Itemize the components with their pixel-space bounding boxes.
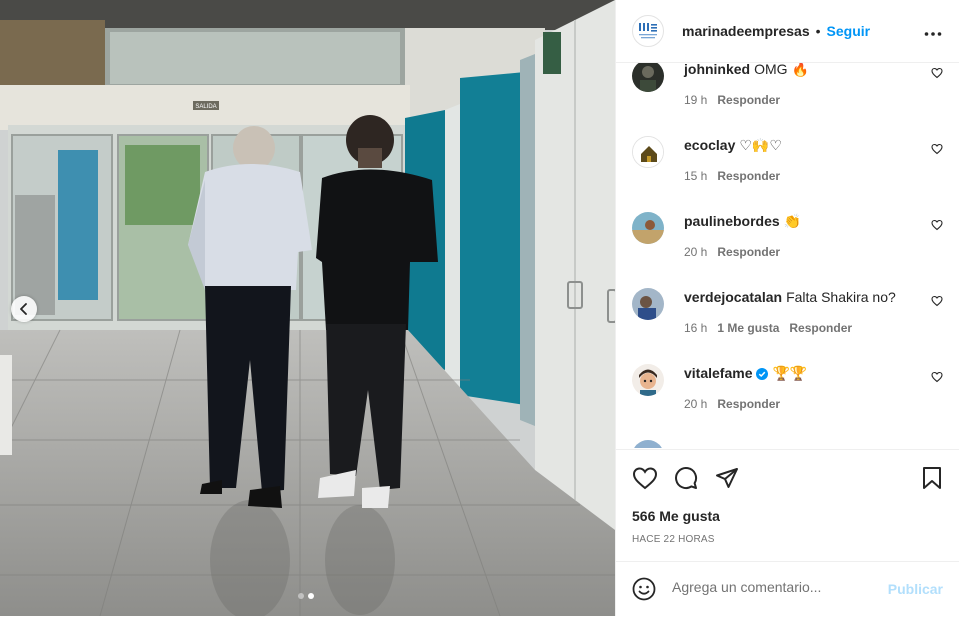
comment-time: 16 h <box>684 321 708 335</box>
comment-input[interactable] <box>672 579 872 595</box>
comment-item: ecoclay ♡🙌♡ 15 h Responder <box>632 136 943 196</box>
comment-time: 20 h <box>684 397 708 411</box>
comment-meta: 15 h Responder <box>684 169 790 183</box>
comment-like-button[interactable] <box>931 370 943 388</box>
post-actions: 566 Me gusta HACE 22 HORAS <box>616 449 959 561</box>
comment-body: Falta Shakira no? <box>786 289 896 305</box>
heart-outline-icon <box>931 219 943 231</box>
follow-button[interactable]: Seguir <box>827 23 871 39</box>
avatar-photo <box>632 63 664 92</box>
comment-time: 19 h <box>684 93 708 107</box>
reply-button[interactable]: Responder <box>717 397 780 411</box>
comment-like-button[interactable] <box>931 218 943 236</box>
carousel-dot-active <box>308 593 314 599</box>
post-timestamp[interactable]: HACE 22 HORAS <box>632 534 715 545</box>
send-icon <box>716 468 738 488</box>
comment-item: johninked OMG 🔥 19 h Responder <box>632 63 943 120</box>
carousel-dot <box>298 593 304 599</box>
comment-likes-count[interactable]: 1 Me gusta <box>717 321 779 335</box>
post-side-panel: marinadeempresas • Seguir johninked OMG 🔥… <box>615 0 959 616</box>
reply-button[interactable]: Responder <box>717 169 780 183</box>
account-avatar[interactable] <box>632 15 664 47</box>
comment-meta: 20 h Responder <box>684 397 790 411</box>
comment-username[interactable]: verdejocatalan <box>684 289 782 305</box>
share-button[interactable] <box>715 466 739 495</box>
comment-body: 👏 <box>783 213 802 229</box>
comment-avatar[interactable] <box>632 212 664 244</box>
avatar-photo <box>632 288 664 320</box>
comment-meta: 19 h Responder <box>684 93 790 107</box>
comment-time: 15 h <box>684 169 708 183</box>
comment-item: paulinebordes 👏 20 h Responder <box>632 212 943 272</box>
save-button[interactable] <box>921 466 943 495</box>
header-separator: • <box>815 23 821 39</box>
verified-badge-icon <box>756 368 769 380</box>
carousel-prev-button[interactable] <box>11 296 37 322</box>
comments-list[interactable]: johninked OMG 🔥 19 h Responder ecoclay ♡🙌♡ … <box>616 63 959 448</box>
exit-sign-text: SALIDA <box>195 104 216 110</box>
comment-item: verdejocatalan Falta Shakira no? 16 h 1 Me… <box>632 288 943 348</box>
avatar-house-logo <box>633 137 663 167</box>
bookmark-icon <box>923 467 941 489</box>
comment-text: paulinebordes 👏 <box>684 212 801 230</box>
heart-outline-icon <box>931 143 943 155</box>
comment-avatar[interactable] <box>632 440 664 448</box>
photo-scene: SALIDA <box>0 0 615 616</box>
account-logo-icon <box>639 23 657 39</box>
comment-text: ecoclay ♡🙌♡ <box>684 136 782 154</box>
chevron-left-icon <box>20 303 27 315</box>
comment-username[interactable]: johninked <box>684 63 750 77</box>
comment-bubble-icon <box>675 467 698 489</box>
comment-text: vitalefame 🏆🏆 <box>684 364 807 382</box>
avatar-cartoon <box>632 364 664 396</box>
comment-like-button[interactable] <box>931 142 943 160</box>
comment-username[interactable]: ecoclay <box>684 137 735 153</box>
reply-button[interactable]: Responder <box>789 321 852 335</box>
comment-like-button[interactable] <box>931 294 943 312</box>
comment-time: 20 h <box>684 245 708 259</box>
heart-outline-icon <box>931 295 943 307</box>
post-photo[interactable]: SALIDA <box>0 0 615 616</box>
likes-count[interactable]: 566 Me gusta <box>632 508 720 524</box>
comment-avatar[interactable] <box>632 63 664 92</box>
avatar-photo <box>632 212 664 244</box>
comment-avatar[interactable] <box>632 136 664 168</box>
comment-body: ♡🙌♡ <box>739 137 782 153</box>
more-horizontal-icon <box>924 32 942 36</box>
comment-avatar[interactable] <box>632 288 664 320</box>
comment-username[interactable]: vitalefame <box>684 365 752 381</box>
comment-meta: 20 h Responder <box>684 245 790 259</box>
avatar-photo <box>632 440 664 448</box>
comment-text: johninked OMG 🔥 <box>684 63 809 78</box>
like-button[interactable] <box>632 466 658 495</box>
comment-body: 🏆🏆 <box>772 365 808 381</box>
more-options-button[interactable] <box>924 24 942 42</box>
comment-item: vitalefame 🏆🏆 20 h Responder <box>632 364 943 424</box>
comment-text: verdejocatalan Falta Shakira no? <box>684 288 896 306</box>
comment-username[interactable]: paulinebordes <box>684 213 780 229</box>
emoji-button[interactable] <box>632 577 656 606</box>
heart-outline-icon <box>931 67 943 79</box>
comment-button[interactable] <box>674 466 698 495</box>
post-header: marinadeempresas • Seguir <box>616 0 959 63</box>
account-username[interactable]: marinadeempresas <box>682 23 810 39</box>
comment-body: OMG 🔥 <box>754 63 809 77</box>
heart-outline-icon <box>931 371 943 383</box>
comment-avatar[interactable] <box>632 364 664 396</box>
emoji-smile-icon <box>632 577 656 601</box>
heart-outline-icon <box>632 467 658 490</box>
comment-meta: 16 h 1 Me gusta Responder <box>684 321 862 335</box>
publish-button[interactable]: Publicar <box>888 581 943 597</box>
comment-composer: Publicar <box>616 561 959 616</box>
comment-like-button[interactable] <box>931 66 943 84</box>
carousel-indicator <box>298 593 314 599</box>
reply-button[interactable]: Responder <box>717 93 780 107</box>
comment-item-cutoff <box>632 440 943 448</box>
reply-button[interactable]: Responder <box>717 245 780 259</box>
